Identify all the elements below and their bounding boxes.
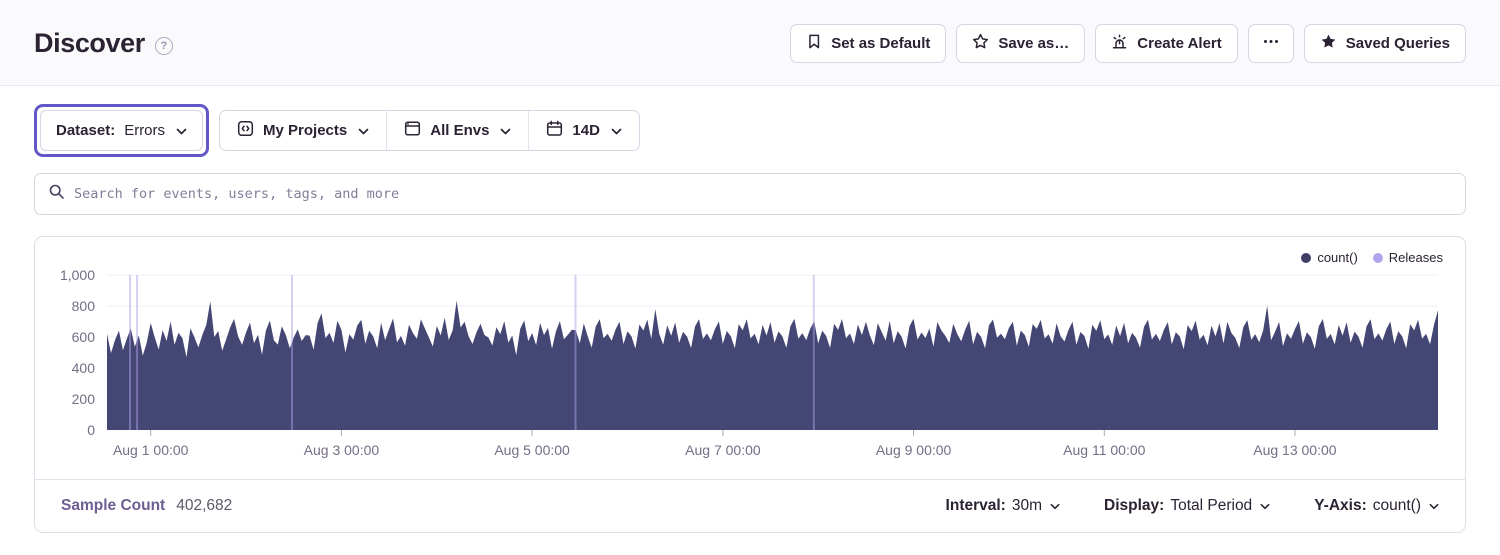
project-icon	[237, 120, 254, 141]
saved-queries-button[interactable]: Saved Queries	[1304, 24, 1466, 63]
svg-text:600: 600	[72, 329, 96, 345]
svg-text:Aug 9 00:00: Aug 9 00:00	[876, 442, 952, 458]
chevron-down-icon	[1260, 497, 1270, 515]
legend-item-releases[interactable]: Releases	[1373, 250, 1443, 265]
svg-text:Aug 5 00:00: Aug 5 00:00	[494, 442, 570, 458]
chart-footer: Sample Count 402,682 Interval: 30m Displ…	[35, 479, 1465, 532]
svg-text:400: 400	[72, 360, 96, 376]
date-range-dropdown[interactable]: 14D	[528, 111, 639, 150]
calendar-icon	[546, 120, 563, 141]
chevron-down-icon	[358, 122, 369, 139]
chevron-down-icon	[1429, 497, 1439, 515]
filter-bar: Dataset: Errors My Projects	[34, 104, 1466, 157]
environment-dropdown[interactable]: All Envs	[386, 111, 528, 150]
svg-text:1,000: 1,000	[60, 267, 95, 283]
sample-count-label: Sample Count	[61, 497, 165, 515]
svg-text:Aug 13 00:00: Aug 13 00:00	[1253, 442, 1337, 458]
save-as-button[interactable]: Save as…	[956, 24, 1085, 63]
display-dropdown[interactable]: Display: Total Period	[1104, 497, 1270, 515]
svg-text:0: 0	[87, 422, 95, 438]
search-bar	[34, 173, 1466, 215]
page-title: Discover	[34, 28, 145, 59]
set-as-default-button[interactable]: Set as Default	[790, 24, 946, 63]
releases-series-dot-icon	[1373, 253, 1383, 263]
page-header: Discover ? Set as Default Save as… Creat…	[0, 0, 1500, 86]
projects-dropdown[interactable]: My Projects	[220, 111, 386, 150]
chart-plot-area[interactable]: 0 200 400 600 800 1,000 Aug 1 00:00 Aug 3 00:00…	[35, 237, 1465, 479]
interval-dropdown[interactable]: Interval: 30m	[946, 497, 1060, 515]
page-filter-group: My Projects All Envs	[219, 110, 640, 151]
legend-item-count[interactable]: count()	[1301, 250, 1357, 265]
svg-text:Aug 11 00:00: Aug 11 00:00	[1063, 442, 1145, 458]
y-axis-dropdown[interactable]: Y-Axis: count()	[1314, 497, 1439, 515]
star-outline-icon	[972, 33, 989, 54]
svg-text:Aug 3 00:00: Aug 3 00:00	[304, 442, 380, 458]
chevron-down-icon	[611, 122, 622, 139]
search-icon	[48, 183, 65, 205]
count-series-dot-icon	[1301, 253, 1311, 263]
chevron-down-icon	[176, 122, 187, 139]
errors-area-chart[interactable]: count() Releases 0 200 400 600 800 1,000 Aug 1…	[35, 237, 1465, 479]
chart-legend: count() Releases	[1301, 250, 1443, 265]
more-options-button[interactable]	[1248, 24, 1294, 63]
svg-text:200: 200	[72, 391, 96, 407]
help-icon[interactable]: ?	[155, 37, 173, 55]
star-filled-icon	[1320, 33, 1337, 54]
siren-icon	[1111, 33, 1128, 54]
sample-count-value: 402,682	[176, 497, 232, 515]
chevron-down-icon	[500, 122, 511, 139]
svg-text:Aug 7 00:00: Aug 7 00:00	[685, 442, 761, 458]
events-chart-card: count() Releases 0 200 400 600 800 1,000 Aug 1…	[34, 236, 1466, 533]
bookmark-icon	[806, 33, 822, 54]
header-actions: Set as Default Save as… Create Alert	[790, 24, 1466, 63]
chevron-down-icon	[1050, 497, 1060, 515]
create-alert-button[interactable]: Create Alert	[1095, 24, 1237, 63]
dataset-highlight-box: Dataset: Errors	[34, 104, 209, 157]
dataset-dropdown[interactable]: Dataset: Errors	[40, 110, 203, 151]
svg-text:Aug 1 00:00: Aug 1 00:00	[113, 442, 189, 458]
ellipsis-icon	[1262, 33, 1280, 54]
svg-text:800: 800	[72, 298, 96, 314]
search-input[interactable]	[74, 186, 1452, 202]
window-icon	[404, 120, 421, 141]
